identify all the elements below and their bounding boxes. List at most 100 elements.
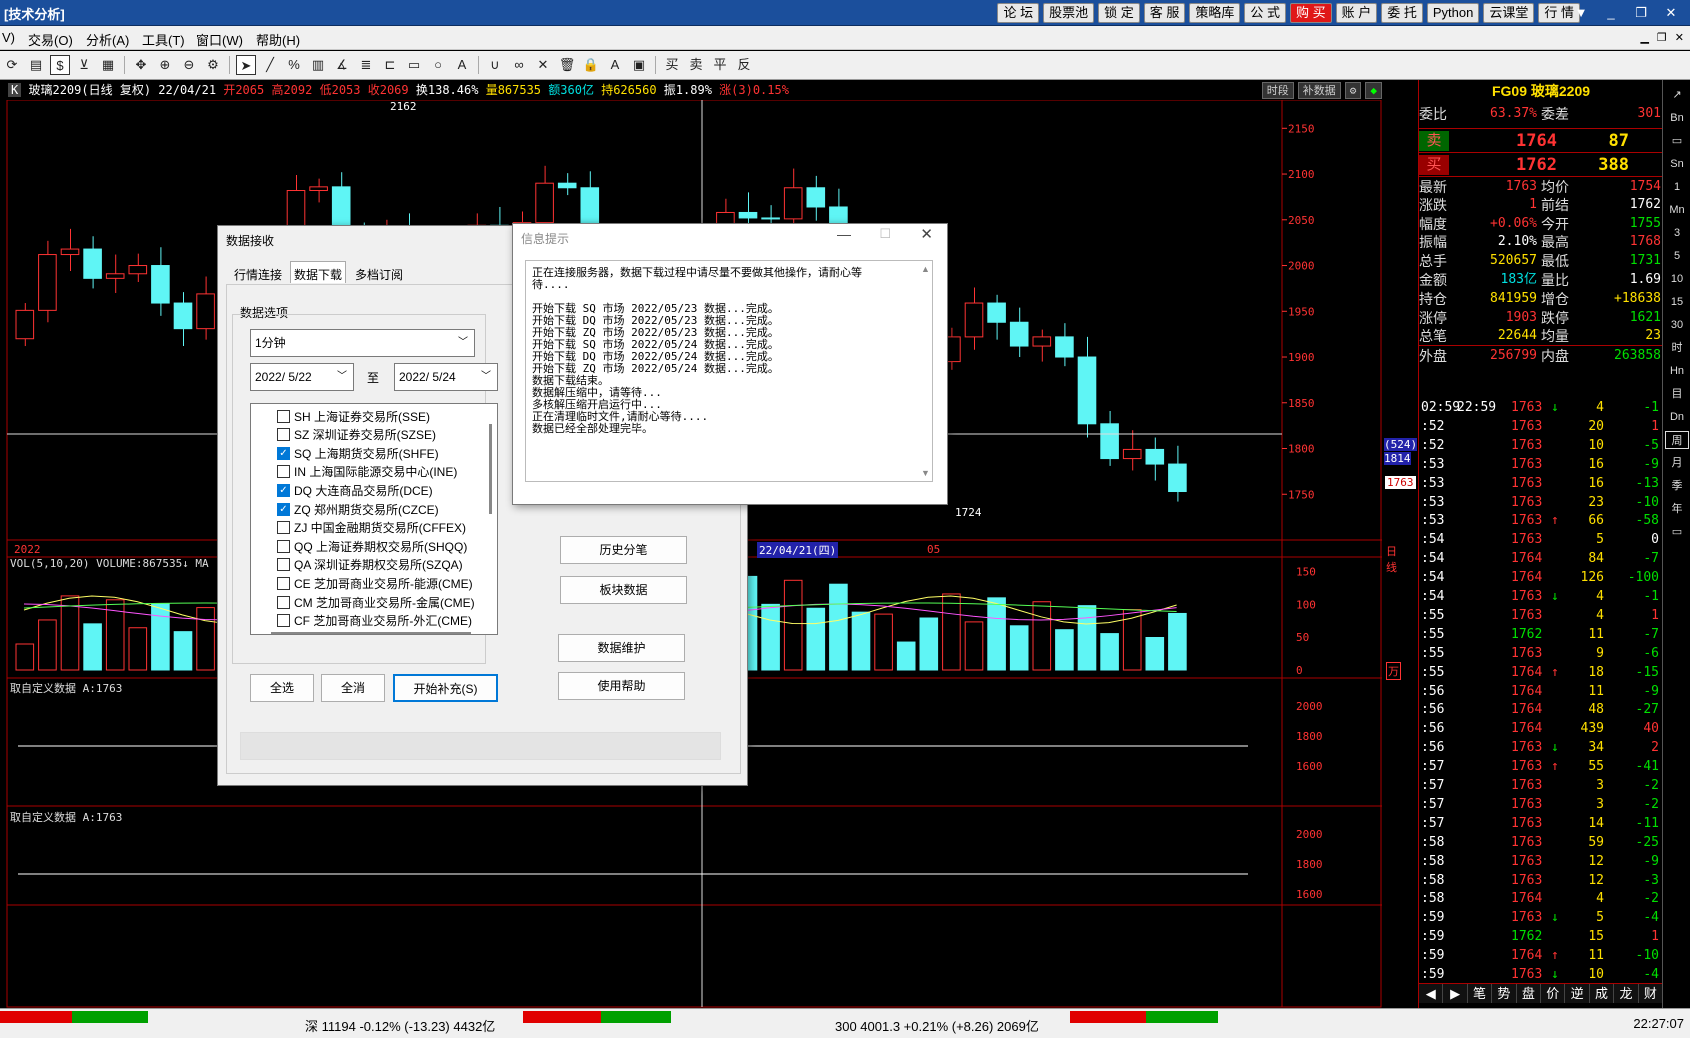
checkbox-icon[interactable] (277, 539, 290, 553)
channel-icon[interactable]: ⊏ (380, 55, 400, 75)
top-button-2[interactable]: 锁 定 (1098, 3, 1140, 23)
quote-tab-3[interactable]: 势 (1492, 984, 1517, 1003)
candle[interactable] (761, 217, 780, 220)
list-hscrollbar[interactable] (271, 632, 471, 634)
top-button-5[interactable]: 公 式 (1244, 3, 1286, 23)
close-icon[interactable]: ✕ (1658, 3, 1684, 23)
top-button-10[interactable]: 云课堂 (1483, 3, 1535, 23)
checkbox-icon[interactable]: ✓ (277, 502, 290, 516)
period-select[interactable]: 1分钟 ﹀ (250, 329, 475, 357)
quote-tab-2[interactable]: 笔 (1468, 984, 1493, 1003)
quote-tab-0[interactable]: ◀ (1419, 984, 1444, 1003)
mdi-restore-icon[interactable]: ❐ (1657, 31, 1667, 44)
tick-list[interactable]: 02:59 22:59 1763 ↓ 4 -1:52 1763 20 1:52 1763 10 -5:… (1419, 398, 1663, 983)
candle[interactable] (38, 254, 57, 311)
scroll-down-icon[interactable]: ▼ (921, 468, 930, 478)
rect-icon[interactable]: ▭ (404, 55, 424, 75)
mdi-minimize-icon[interactable]: ▁ (1640, 31, 1648, 44)
candle[interactable] (173, 302, 193, 330)
quote-tab-6[interactable]: 逆 (1565, 984, 1590, 1003)
font-color-icon[interactable]: A (605, 55, 625, 75)
menu-view[interactable]: V) (2, 30, 15, 45)
scroll-up-icon[interactable]: ▲ (921, 264, 930, 274)
link-icon[interactable]: ∞ (509, 55, 529, 75)
checkbox-icon[interactable] (277, 428, 290, 442)
period-icon-16[interactable]: 月 (1665, 454, 1689, 472)
line-icon[interactable]: ╱ (260, 55, 280, 75)
market-checkbox[interactable]: ✓ ZQ 郑州期货交易所(CZCE) (277, 500, 439, 518)
quote-tab-5[interactable]: 价 (1541, 984, 1566, 1003)
checkbox-icon[interactable] (277, 521, 290, 535)
top-button-7[interactable]: 账 户 (1335, 3, 1378, 23)
percent-icon[interactable]: % (284, 55, 304, 75)
move-icon[interactable]: ✥ (131, 55, 151, 75)
market-checkbox[interactable]: ✓ DQ 大连商品交易所(DCE) (277, 481, 433, 499)
candle[interactable] (60, 248, 80, 256)
candle[interactable] (196, 293, 215, 330)
candle[interactable] (128, 265, 148, 275)
market-checkbox[interactable]: QA 深圳证券期权交易所(SZQA) (277, 556, 463, 574)
checkbox-icon[interactable] (277, 614, 290, 628)
period-icon-0[interactable]: ↗ (1665, 86, 1689, 104)
market-checkbox[interactable]: CE 芝加哥商业交易所-能源(CME) (277, 574, 473, 592)
period-icon-5[interactable]: Mn (1665, 201, 1689, 219)
delete-icon[interactable]: ✕ (533, 55, 553, 75)
dollar-icon[interactable]: $ (50, 55, 70, 75)
checkbox-icon[interactable]: ✓ (277, 483, 290, 497)
restore-icon[interactable]: ❐ (1628, 3, 1654, 23)
text-icon[interactable]: A (452, 55, 472, 75)
select-none-button[interactable]: 全消 (321, 674, 385, 702)
period-icon-17[interactable]: 季 (1665, 477, 1689, 495)
sector-data-button[interactable]: 板块数据 (560, 576, 687, 604)
candle[interactable] (806, 187, 826, 208)
gear-icon[interactable]: ⚙ (203, 55, 223, 75)
top-button-8[interactable]: 委 托 (1381, 3, 1423, 23)
data-maintain-button[interactable]: 数据维护 (558, 634, 685, 662)
log-textarea[interactable]: 正在连接服务器，数据下载过程中请尽量不要做其他操作，请耐心等 待.... 开始下… (525, 260, 933, 482)
period-icon-6[interactable]: 3 (1665, 224, 1689, 242)
circle-icon[interactable]: ○ (428, 55, 448, 75)
magnet-icon[interactable]: ∪ (485, 55, 505, 75)
market-checkbox[interactable]: IN 上海国际能源交易中心(INE) (277, 463, 457, 481)
market-checkbox[interactable]: SH 上海证券交易所(SSE) (277, 407, 430, 425)
quote-tab-8[interactable]: 龙 (1614, 984, 1639, 1003)
date-to-picker[interactable]: 2022/ 5/24 ﹀ (394, 363, 498, 391)
menu-help[interactable]: 帮助(H) (256, 30, 300, 49)
period-icon-15[interactable]: 周 (1665, 431, 1689, 449)
period-icon-4[interactable]: 1 (1665, 178, 1689, 196)
checkbox-icon[interactable] (277, 558, 290, 572)
tab-quote-connect[interactable]: 行情连接 (232, 264, 284, 285)
trash-icon[interactable]: 🗑 (557, 55, 577, 75)
period-icon-11[interactable]: 时 (1665, 339, 1689, 357)
candle[interactable] (83, 248, 102, 279)
checkbox-icon[interactable] (277, 595, 290, 609)
sell-icon[interactable]: 卖 (686, 55, 706, 75)
top-button-6[interactable]: 购 买 (1290, 3, 1332, 23)
candle[interactable] (1168, 463, 1187, 493)
market-checkbox[interactable]: CF 芝加哥商业交易所-外汇(CME) (277, 612, 472, 630)
quote-tab-4[interactable]: 盘 (1517, 984, 1542, 1003)
start-fill-button[interactable]: 开始补充(S) (393, 674, 498, 702)
candle[interactable] (331, 186, 351, 231)
menu-window[interactable]: 窗口(W) (196, 30, 243, 49)
save-icon[interactable]: ▣ (629, 55, 649, 75)
top-button-1[interactable]: 股票池 (1043, 3, 1095, 23)
candle[interactable] (1122, 448, 1142, 460)
checkbox-icon[interactable]: ✓ (277, 446, 290, 460)
menu-tools[interactable]: 工具(T) (142, 30, 185, 49)
market-checkbox[interactable]: QQ 上海证券期权交易所(SHQQ) (277, 537, 467, 555)
zoom-in-icon[interactable]: ⊕ (155, 55, 175, 75)
period-icon-1[interactable]: Bn (1665, 109, 1689, 127)
period-icon-8[interactable]: 10 (1665, 270, 1689, 288)
list-scrollbar[interactable] (489, 424, 492, 514)
reverse-icon[interactable]: 反 (734, 55, 754, 75)
buy-icon[interactable]: 买 (662, 55, 682, 75)
top-button-4[interactable]: 策略库 (1189, 3, 1241, 23)
market-checkbox[interactable]: CM 芝加哥商业交易所-金属(CME) (277, 593, 475, 611)
quote-tab-9[interactable]: 财 (1639, 984, 1664, 1003)
period-icon-3[interactable]: Sn (1665, 155, 1689, 173)
period-icon-18[interactable]: 年 (1665, 500, 1689, 518)
angle-icon[interactable]: ∡ (332, 55, 352, 75)
candle[interactable] (1032, 336, 1052, 347)
history-ticks-button[interactable]: 历史分笔 (560, 536, 687, 564)
